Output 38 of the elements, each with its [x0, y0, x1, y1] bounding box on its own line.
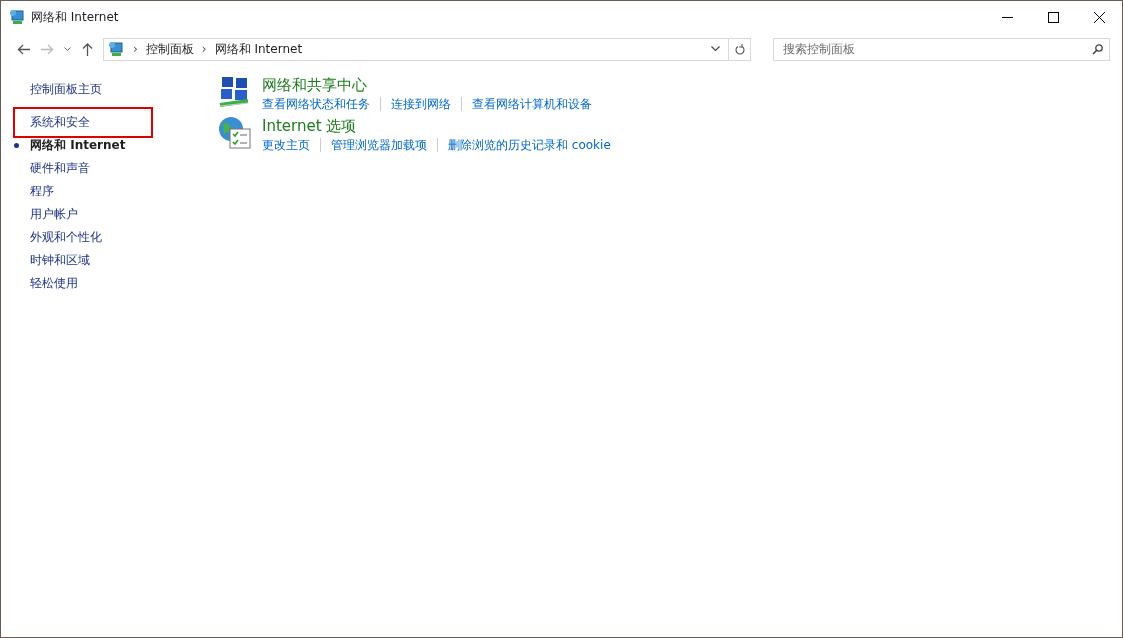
- up-arrow-icon: [81, 42, 93, 56]
- refresh-icon: [734, 43, 745, 55]
- caret-icon: [63, 46, 71, 52]
- minimize-icon: [1001, 16, 1013, 18]
- search-field[interactable]: 搜索控制面板: [773, 37, 1110, 61]
- sidebar-home-link[interactable]: 控制面板主页: [1, 78, 201, 101]
- sidebar-item[interactable]: 轻松使用: [1, 272, 201, 295]
- network-monitor-icon: [9, 9, 25, 25]
- window-title: 网络和 Internet: [31, 9, 119, 26]
- category-title-link[interactable]: Internet 选项: [262, 116, 357, 136]
- dropdown-caret-icon[interactable]: [711, 46, 720, 52]
- task-link[interactable]: 管理浏览器加载项: [331, 136, 427, 154]
- globe-checklist-icon: [218, 116, 252, 150]
- close-icon: [1093, 11, 1105, 23]
- sidebar-item[interactable]: 外观和个性化: [1, 226, 201, 249]
- task-link[interactable]: 更改主页: [262, 136, 310, 154]
- breadcrumb-separator: ›: [132, 41, 139, 58]
- task-link[interactable]: 删除浏览的历史记录和 cookie: [448, 136, 611, 154]
- network-monitor-icon: [108, 41, 124, 57]
- sidebar-item[interactable]: 时钟和区域: [1, 249, 201, 272]
- task-link[interactable]: 连接到网络: [391, 95, 451, 113]
- category-title-link[interactable]: 网络和共享中心: [262, 75, 367, 95]
- sidebar-item[interactable]: 硬件和声音: [1, 157, 201, 180]
- maximize-icon: [1047, 11, 1059, 23]
- task-link[interactable]: 查看网络计算机和设备: [472, 95, 592, 113]
- right-arrow-icon: [40, 43, 54, 55]
- task-link[interactable]: 查看网络状态和任务: [262, 95, 370, 113]
- breadcrumb-item[interactable]: 控制面板: [142, 40, 197, 58]
- address-bar[interactable]: › 控制面板 › 网络和 Internet: [103, 37, 751, 61]
- search-icon: [1092, 43, 1103, 55]
- sidebar-item[interactable]: 系统和安全: [1, 111, 201, 134]
- sidebar-item[interactable]: 程序: [1, 180, 201, 203]
- breadcrumb-separator: ›: [200, 41, 208, 58]
- sidebar-item[interactable]: 用户帐户: [1, 203, 201, 226]
- sidebar-item[interactable]: 网络和 Internet: [1, 134, 201, 157]
- left-arrow-icon: [16, 43, 30, 55]
- bullet-icon: [14, 143, 19, 148]
- breadcrumb-item[interactable]: 网络和 Internet: [211, 40, 306, 58]
